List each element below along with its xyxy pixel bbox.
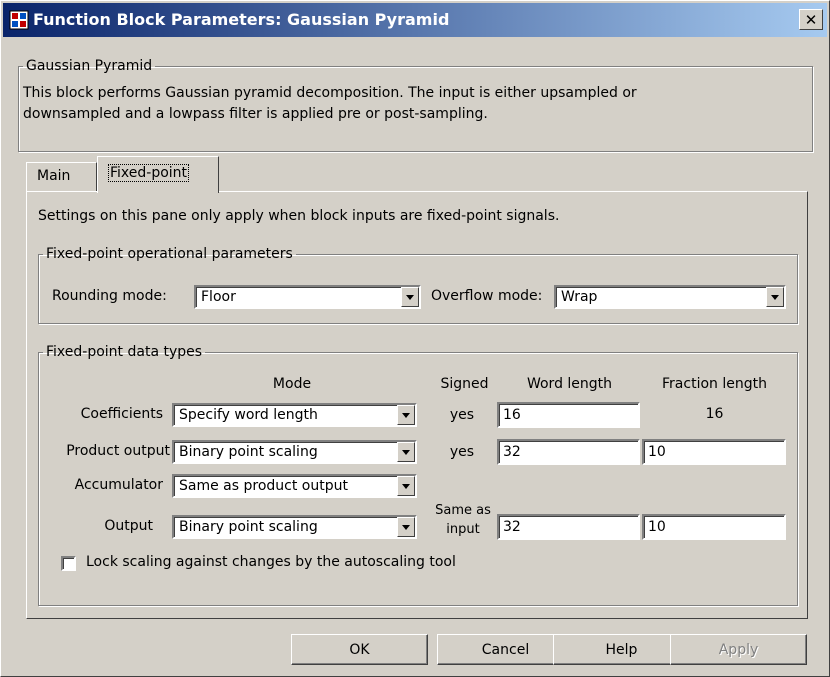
dialog-window: Function Block Parameters: Gaussian Pyra… [0,0,830,677]
header-fraction-length: Fraction length [662,376,767,392]
product-output-mode-select[interactable]: Binary point scaling [172,440,417,464]
output-signed-line1: Same as [435,503,491,518]
close-button[interactable]: ✕ [799,9,823,30]
rounding-mode-select[interactable]: Floor [194,285,421,309]
pane-note: Settings on this pane only apply when bl… [38,208,560,224]
overflow-mode-select[interactable]: Wrap [554,285,786,309]
coefficients-mode-select[interactable]: Specify word length [172,403,417,427]
chevron-down-icon[interactable] [397,442,415,462]
row-label-output: Output [104,518,153,534]
chevron-down-icon[interactable] [766,287,784,307]
close-icon: ✕ [804,10,818,29]
overflow-mode-label: Overflow mode: [431,288,543,304]
simulink-block-icon [9,10,29,30]
chevron-down-icon[interactable] [397,517,415,537]
block-name-legend: Gaussian Pyramid [26,58,153,74]
chevron-down-icon[interactable] [397,476,415,496]
header-word-length: Word length [526,376,613,392]
coefficients-word-length-field[interactable] [497,402,640,428]
row-label-coefficients: Coefficients [80,406,163,422]
coefficients-signed: yes [449,407,475,423]
chevron-down-icon[interactable] [401,287,419,307]
window-title: Function Block Parameters: Gaussian Pyra… [33,10,450,29]
row-label-accumulator: Accumulator [74,477,163,493]
accumulator-mode-select[interactable]: Same as product output [172,474,417,498]
overflow-mode-value: Wrap [561,289,598,305]
product-output-mode-value: Binary point scaling [179,444,318,460]
output-mode-value: Binary point scaling [179,519,318,535]
rounding-mode-value: Floor [201,289,236,305]
tab-main[interactable]: Main [26,162,97,191]
ok-button[interactable]: OK [291,634,428,665]
description-line: This block performs Gaussian pyramid dec… [23,85,637,101]
lock-scaling-label[interactable]: Lock scaling against changes by the auto… [86,554,456,570]
tab-main-label: Main [37,168,71,184]
lock-scaling-checkbox[interactable] [61,556,76,571]
product-output-signed: yes [449,444,475,460]
block-description: This block performs Gaussian pyramid dec… [23,83,803,125]
apply-button[interactable]: Apply [670,634,807,665]
output-signed-line2: input [446,522,480,537]
header-signed: Signed [440,376,489,392]
output-fraction-length-field[interactable] [642,514,786,540]
output-word-length-field[interactable] [497,514,640,540]
data-types-legend: Fixed-point data types [46,344,203,360]
description-line: downsampled and a lowpass filter is appl… [23,106,488,122]
coefficients-fraction-length: 16 [705,406,724,422]
tab-fixed-point-label: Fixed-point [108,164,190,182]
product-output-fraction-length-field[interactable] [642,439,786,465]
coefficients-mode-value: Specify word length [179,407,318,423]
rounding-mode-label: Rounding mode: [52,288,167,304]
tab-fixed-point[interactable]: Fixed-point [97,156,219,193]
row-label-product-output: Product output [66,443,170,459]
product-output-word-length-field[interactable] [497,439,640,465]
op-params-legend: Fixed-point operational parameters [46,246,293,262]
title-bar[interactable]: Function Block Parameters: Gaussian Pyra… [3,3,827,37]
header-mode: Mode [272,376,312,392]
fixed-point-pane: Settings on this pane only apply when bl… [26,191,808,619]
chevron-down-icon[interactable] [397,405,415,425]
output-mode-select[interactable]: Binary point scaling [172,515,417,539]
accumulator-mode-value: Same as product output [179,478,348,494]
